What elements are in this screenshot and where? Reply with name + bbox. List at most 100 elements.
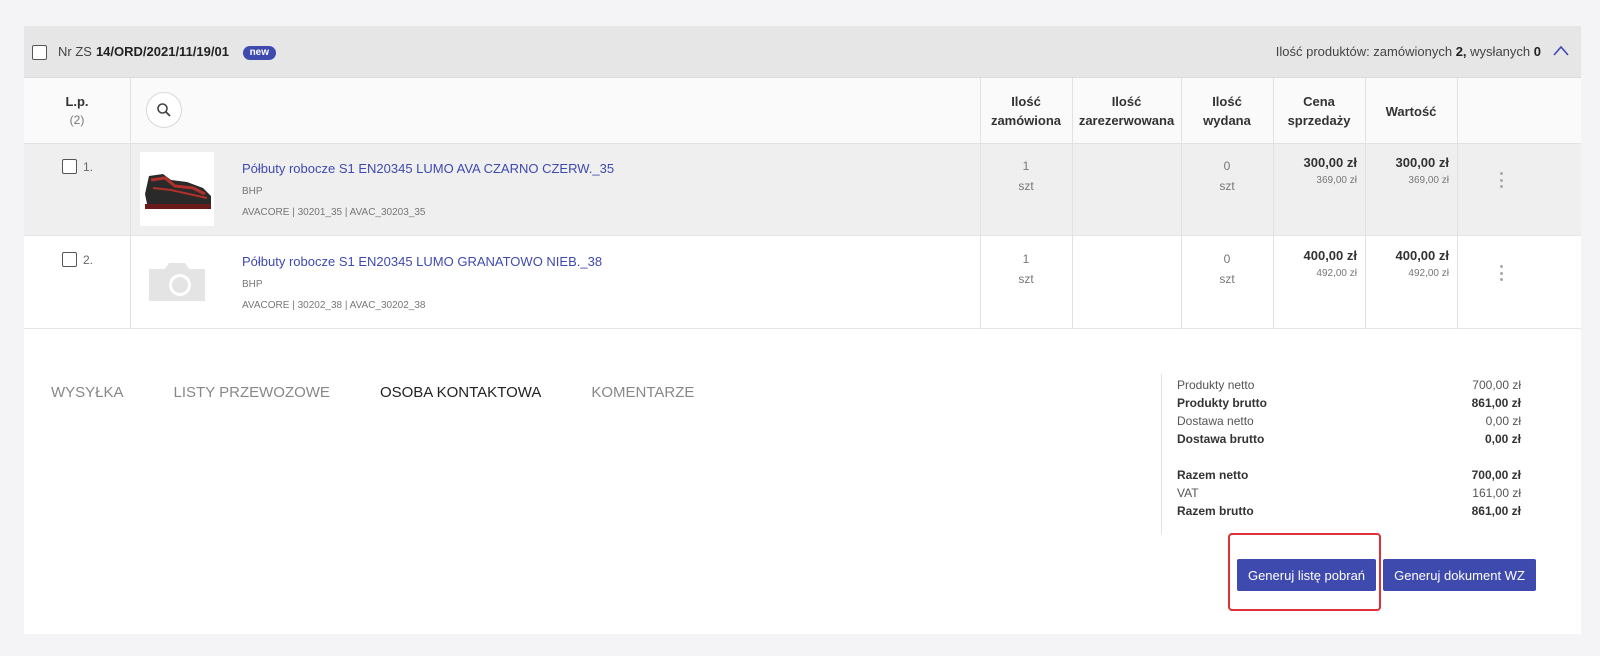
shoe-image	[145, 174, 211, 209]
order-card: Nr ZS 14/ORD/2021/11/19/01 new Ilość prod…	[24, 26, 1581, 634]
ordered-qty: 1 szt	[980, 249, 1072, 289]
sale-price: 400,00 zł 492,00 zł	[1273, 247, 1358, 283]
sale-price-gross: 492,00 zł	[1316, 268, 1357, 279]
product-thumbnail[interactable]	[140, 245, 214, 319]
order-header: Nr ZS 14/ORD/2021/11/19/01 new Ilość prod…	[24, 26, 1581, 78]
products-net-label: Produkty netto	[1177, 378, 1255, 392]
total-gross-value: 861,00 zł	[1471, 504, 1521, 518]
tab-contact-person[interactable]: OSOBA KONTAKTOWA	[380, 384, 541, 401]
vat-label: VAT	[1177, 486, 1199, 500]
product-name-link[interactable]: Półbuty robocze S1 EN20345 LUMO GRANATOW…	[242, 254, 602, 269]
delivery-net-row: Dostawa netto 0,00 zł	[1177, 412, 1521, 430]
column-value-label: Wartość	[1385, 103, 1437, 119]
tab-comments[interactable]: KOMENTARZE	[591, 384, 694, 401]
column-divider	[1365, 78, 1366, 329]
order-number-value: 14/ORD/2021/11/19/01	[95, 44, 229, 59]
column-price: Cena sprzedaży	[1273, 78, 1365, 144]
products-gross-value: 861,00 zł	[1471, 396, 1521, 410]
column-divider	[1457, 78, 1458, 329]
order-summary: Ilość produktów: zamówionych 2, wysłanyc…	[1276, 44, 1541, 59]
product-codes: AVACORE | 30202_38 | AVAC_30202_38	[242, 300, 426, 311]
select-order-checkbox[interactable]	[32, 45, 47, 60]
row-number: 1.	[83, 160, 94, 174]
chevron-up-icon[interactable]	[1553, 44, 1569, 58]
issued-qty-unit: szt	[1219, 179, 1235, 193]
total-net-label: Razem netto	[1177, 468, 1249, 482]
column-reserved: Ilość zarezerwowana	[1072, 78, 1181, 144]
line-value: 400,00 zł 492,00 zł	[1365, 247, 1450, 283]
line-value: 300,00 zł 369,00 zł	[1365, 154, 1450, 190]
column-issued-line2: wydana	[1203, 113, 1251, 128]
line-value-gross: 369,00 zł	[1408, 175, 1449, 186]
column-price-line1: Cena	[1303, 94, 1335, 109]
column-divider	[1273, 78, 1274, 329]
issued-qty-value: 0	[1223, 252, 1231, 266]
products-gross-row: Produkty brutto 861,00 zł	[1177, 394, 1521, 412]
order-number: Nr ZS 14/ORD/2021/11/19/01 new	[58, 44, 277, 60]
sale-price-net: 300,00 zł	[1303, 155, 1358, 170]
product-search-button[interactable]	[146, 92, 182, 128]
camera-placeholder-icon	[149, 263, 205, 301]
column-divider	[1181, 78, 1182, 329]
generate-pick-list-button[interactable]: Generuj listę pobrań	[1237, 559, 1376, 591]
product-name-link[interactable]: Półbuty robocze S1 EN20345 LUMO AVA CZAR…	[242, 161, 614, 176]
ordered-qty-value: 1	[1022, 252, 1030, 266]
column-ordered-line2: zamówiona	[990, 113, 1062, 128]
column-value: Wartość	[1365, 78, 1457, 144]
table-row: 2. Półbuty robocze S1 EN20345 LUMO GRANA…	[24, 237, 1581, 329]
ordered-qty: 1 szt	[980, 156, 1072, 196]
sale-price: 300,00 zł 369,00 zł	[1273, 154, 1358, 190]
delivery-gross-row: Dostawa brutto 0,00 zł	[1177, 430, 1521, 448]
issued-qty: 0 szt	[1181, 249, 1273, 289]
generate-wz-document-button[interactable]: Generuj dokument WZ	[1383, 559, 1536, 591]
issued-qty-value: 0	[1223, 159, 1231, 173]
column-divider	[1072, 78, 1073, 329]
column-divider	[130, 78, 131, 329]
sale-price-gross: 369,00 zł	[1316, 175, 1357, 186]
row-menu-icon[interactable]	[1500, 172, 1504, 188]
product-codes: AVACORE | 30201_35 | AVAC_30203_35	[242, 207, 426, 218]
column-price-line2: sprzedaży	[1287, 113, 1351, 128]
products-net-row: Produkty netto 700,00 zł	[1177, 376, 1521, 394]
sale-price-net: 400,00 zł	[1303, 248, 1358, 263]
tab-shipping[interactable]: WYSYŁKA	[51, 384, 124, 401]
summary-prefix: Ilość produktów: zamówionych	[1275, 44, 1453, 59]
row-checkbox[interactable]	[62, 252, 77, 267]
vat-row: VAT 161,00 zł	[1177, 484, 1521, 502]
issued-qty-unit: szt	[1219, 272, 1235, 286]
delivery-gross-label: Dostawa brutto	[1177, 432, 1265, 446]
line-value-net: 300,00 zł	[1395, 155, 1450, 170]
total-gross-row: Razem brutto 861,00 zł	[1177, 502, 1521, 520]
products-net-value: 700,00 zł	[1472, 378, 1521, 392]
order-number-prefix: Nr ZS	[58, 44, 92, 59]
column-lp-label: L.p.	[65, 94, 89, 109]
column-issued: Ilość wydana	[1181, 78, 1273, 144]
line-value-net: 400,00 zł	[1395, 248, 1450, 263]
column-issued-line1: Ilość	[1212, 94, 1242, 109]
delivery-net-label: Dostawa netto	[1177, 414, 1254, 428]
column-ordered-line1: Ilość	[1011, 94, 1041, 109]
ordered-qty-unit: szt	[1018, 179, 1034, 193]
search-icon	[157, 103, 171, 117]
sent-count: 0	[1533, 44, 1541, 59]
row-menu-icon[interactable]	[1500, 265, 1504, 281]
column-ordered: Ilość zamówiona	[980, 78, 1072, 144]
issued-qty: 0 szt	[1181, 156, 1273, 196]
ordered-qty-value: 1	[1022, 159, 1030, 173]
ordered-count: 2,	[1455, 44, 1467, 59]
column-reserved-line2: zarezerwowana	[1078, 113, 1175, 128]
product-category: BHP	[242, 186, 263, 197]
line-value-gross: 492,00 zł	[1408, 268, 1449, 279]
status-badge: new	[242, 46, 277, 60]
table-row: 1. Półbuty robocze S1 EN20345 LUMO AVA C…	[24, 144, 1581, 236]
tab-waybills[interactable]: LISTY PRZEWOZOWE	[174, 384, 330, 401]
total-net-row: Razem netto 700,00 zł	[1177, 466, 1521, 484]
row-checkbox[interactable]	[62, 159, 77, 174]
delivery-gross-value: 0,00 zł	[1484, 432, 1521, 446]
table-header: L.p. (2) Ilość zamówiona Ilość zarezerwo…	[24, 78, 1581, 144]
product-thumbnail[interactable]	[140, 152, 214, 226]
order-totals: Produkty netto 700,00 zł Produkty brutto…	[1161, 374, 1521, 534]
products-gross-label: Produkty brutto	[1177, 396, 1267, 410]
column-divider	[980, 78, 981, 329]
row-number: 2.	[83, 253, 94, 267]
